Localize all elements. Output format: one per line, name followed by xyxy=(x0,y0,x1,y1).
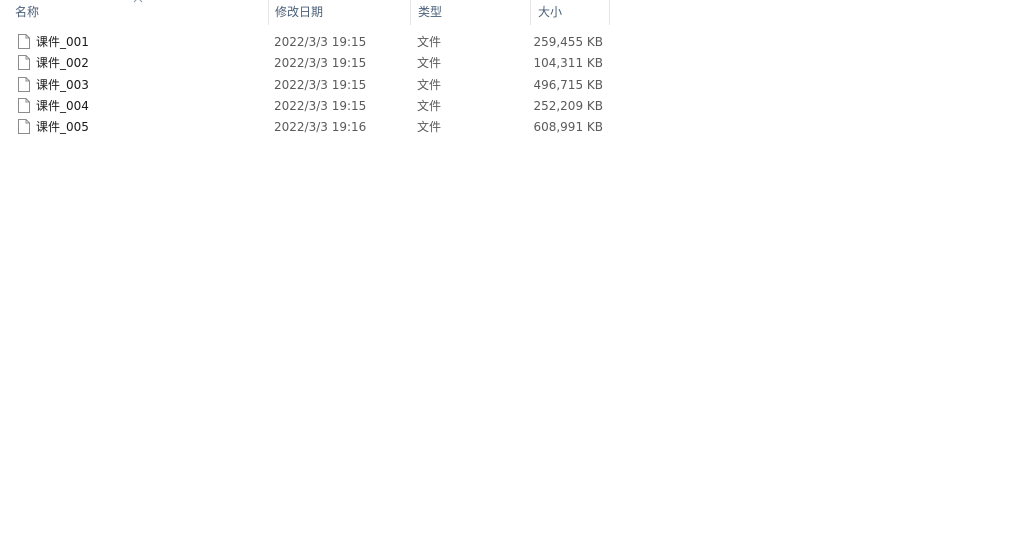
file-modified: 2022/3/3 19:16 xyxy=(274,120,367,135)
file-icon xyxy=(18,119,30,135)
file-row[interactable]: 课件_003 2022/3/3 19:15 文件 496,715 KB xyxy=(0,75,620,96)
file-size: 496,715 KB xyxy=(533,77,603,92)
file-icon xyxy=(18,97,30,113)
file-name: 课件_001 xyxy=(36,35,89,49)
chevron-up-icon xyxy=(133,0,143,3)
file-modified: 2022/3/3 19:15 xyxy=(274,98,367,113)
file-row[interactable]: 课件_005 2022/3/3 19:16 文件 608,991 KB xyxy=(0,117,620,138)
file-row[interactable]: 课件_004 2022/3/3 19:15 文件 252,209 KB xyxy=(0,96,620,117)
column-header-type[interactable]: 类型 xyxy=(417,0,525,25)
file-type: 文件 xyxy=(417,35,442,49)
file-size: 259,455 KB xyxy=(533,35,603,49)
column-separator[interactable] xyxy=(268,0,269,25)
column-separator[interactable] xyxy=(410,0,411,25)
column-separator[interactable] xyxy=(530,0,531,25)
file-modified: 2022/3/3 19:15 xyxy=(274,56,367,71)
file-size: 252,209 KB xyxy=(533,98,603,113)
file-size: 608,991 KB xyxy=(533,120,603,135)
file-row[interactable]: 课件_001 2022/3/3 19:15 文件 259,455 KB xyxy=(0,32,620,53)
file-icon xyxy=(18,34,30,49)
file-row[interactable]: 课件_002 2022/3/3 19:15 文件 104,311 KB xyxy=(0,53,620,74)
file-icon xyxy=(18,55,30,71)
file-type: 文件 xyxy=(417,120,442,135)
file-name: 课件_002 xyxy=(36,56,89,71)
file-type: 文件 xyxy=(417,77,442,92)
file-list-view: 名称 修改日期 类型 大小 课件_001 2022/3/3 19:15 文件 2… xyxy=(0,0,1024,554)
column-header-row: 名称 修改日期 类型 大小 xyxy=(0,0,1024,25)
file-icon xyxy=(18,76,30,92)
file-type: 文件 xyxy=(417,56,442,71)
file-name: 课件_003 xyxy=(36,77,89,92)
column-separator[interactable] xyxy=(609,0,610,25)
file-size: 104,311 KB xyxy=(533,56,603,71)
file-modified: 2022/3/3 19:15 xyxy=(274,35,367,49)
file-name: 课件_005 xyxy=(36,120,89,135)
file-modified: 2022/3/3 19:15 xyxy=(274,77,367,92)
file-name: 课件_004 xyxy=(36,98,89,113)
column-header-date[interactable]: 修改日期 xyxy=(274,0,410,25)
file-rows: 课件_001 2022/3/3 19:15 文件 259,455 KB 课件_0… xyxy=(0,32,620,138)
column-header-size[interactable]: 大小 xyxy=(537,0,605,25)
file-type: 文件 xyxy=(417,98,442,113)
